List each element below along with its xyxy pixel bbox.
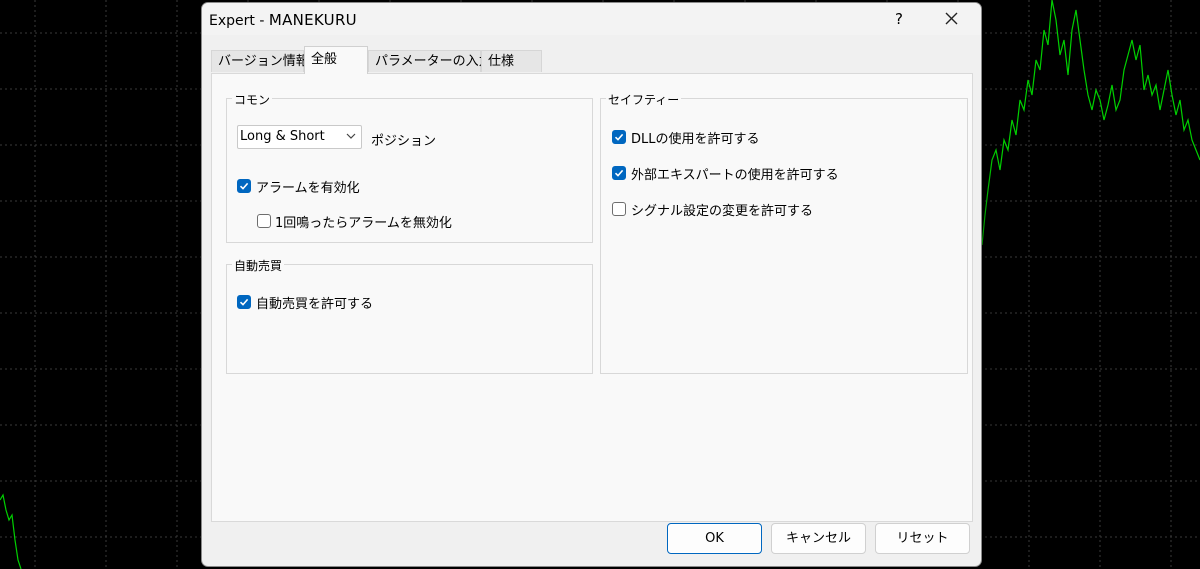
close-icon [945, 12, 958, 25]
price-line-left [0, 493, 22, 569]
cancel-button[interactable]: キャンセル [771, 523, 866, 554]
allow-signal-settings-change-checkbox[interactable] [612, 202, 626, 216]
tab-specifications[interactable]: 仕様 [481, 50, 542, 72]
auto-trade-group-label: 自動売買 [232, 257, 285, 274]
common-group: コモン Long & Short ポジション アラームを有効化 1回鳴ったらアラ… [226, 91, 593, 243]
disable-alarm-after-once-checkbox[interactable] [257, 214, 271, 228]
allow-dll-checkbox[interactable] [612, 130, 626, 144]
safety-group: セイフティー DLLの使用を許可する 外部エキスパートの使用を許可する シグナル… [600, 91, 968, 374]
position-label: ポジション [371, 134, 437, 149]
allow-external-experts-label: 外部エキスパートの使用を許可する [631, 168, 839, 183]
tab-input-parameters[interactable]: パラメーターの入力 [368, 50, 492, 72]
auto-trade-group: 自動売買 自動売買を許可する [226, 257, 593, 374]
checkmark-icon [614, 169, 624, 177]
general-tab-panel: コモン Long & Short ポジション アラームを有効化 1回鳴ったらアラ… [211, 73, 973, 522]
position-select-value: Long & Short [240, 129, 325, 144]
expert-properties-dialog: Expert - MANEKURU ? バージョン情報 全般 パラメーターの入力… [201, 2, 982, 567]
price-line-right [981, 0, 1200, 246]
enable-alarm-label: アラームを有効化 [256, 181, 360, 196]
chevron-down-icon [346, 133, 356, 139]
title-bar: Expert - MANEKURU ? [202, 3, 981, 35]
enable-alarm-checkbox[interactable] [237, 179, 251, 193]
position-select[interactable]: Long & Short [237, 125, 362, 149]
allow-dll-label: DLLの使用を許可する [631, 132, 760, 147]
allow-auto-trade-label: 自動売買を許可する [256, 297, 374, 312]
ok-button[interactable]: OK [667, 523, 762, 554]
checkmark-icon [239, 182, 249, 190]
allow-external-experts-checkbox[interactable] [612, 166, 626, 180]
checkmark-icon [239, 298, 249, 306]
reset-button[interactable]: リセット [875, 523, 970, 554]
disable-alarm-after-once-label: 1回鳴ったらアラームを無効化 [275, 216, 452, 231]
tab-version-info[interactable]: バージョン情報 [211, 50, 309, 72]
allow-signal-settings-change-label: シグナル設定の変更を許可する [631, 204, 814, 219]
allow-auto-trade-checkbox[interactable] [237, 295, 251, 309]
expert-name: MANEKURU [268, 11, 357, 29]
title-prefix: Expert - [209, 13, 269, 29]
common-group-label: コモン [232, 91, 273, 108]
help-button[interactable]: ? [886, 6, 912, 32]
close-button[interactable] [932, 6, 972, 32]
tab-general[interactable]: 全般 [304, 46, 368, 74]
safety-group-label: セイフティー [606, 91, 682, 108]
checkmark-icon [614, 133, 624, 141]
dialog-title: Expert - MANEKURU [209, 11, 357, 29]
